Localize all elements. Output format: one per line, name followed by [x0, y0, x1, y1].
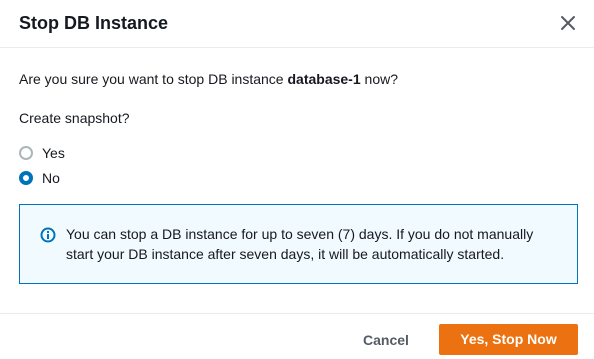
radio-option-yes[interactable]: Yes	[19, 143, 65, 163]
info-icon	[40, 227, 56, 243]
stop-db-instance-dialog: Stop DB Instance Are you sure you want t…	[0, 0, 594, 359]
dialog-header: Stop DB Instance	[0, 0, 594, 48]
snapshot-label: Create snapshot?	[19, 110, 130, 126]
radio-no-label: No	[42, 170, 60, 186]
confirm-message: Are you sure you want to stop DB instanc…	[19, 69, 398, 89]
info-alert: You can stop a DB instance for up to sev…	[19, 204, 578, 284]
confirm-prefix: Are you sure you want to stop DB instanc…	[19, 71, 288, 87]
radio-no-circle[interactable]	[19, 171, 33, 185]
confirm-suffix: now?	[360, 71, 398, 87]
dialog-footer: Cancel Yes, Stop Now	[0, 313, 594, 359]
cancel-button[interactable]: Cancel	[350, 325, 422, 355]
radio-yes-circle[interactable]	[19, 146, 33, 160]
stop-now-button[interactable]: Yes, Stop Now	[439, 324, 578, 355]
radio-option-no[interactable]: No	[19, 168, 60, 188]
radio-yes-label: Yes	[42, 145, 65, 161]
dialog-title: Stop DB Instance	[19, 13, 169, 33]
instance-name: database-1	[287, 71, 361, 87]
info-text: You can stop a DB instance for up to sev…	[66, 226, 534, 262]
close-icon[interactable]	[557, 12, 579, 34]
